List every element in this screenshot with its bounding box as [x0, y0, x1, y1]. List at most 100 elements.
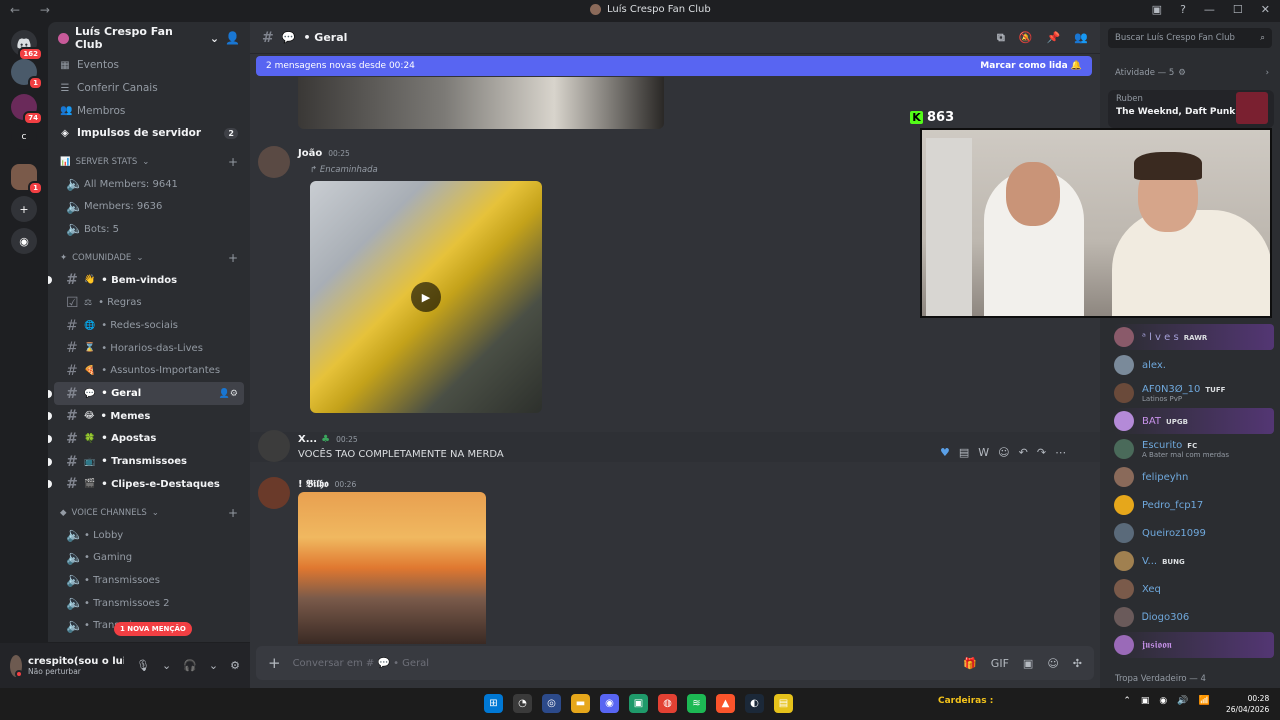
- avatar[interactable]: [258, 430, 290, 462]
- tray-app-icon[interactable]: ▣: [1141, 696, 1150, 706]
- message-author[interactable]: X... ♣ 00:25: [298, 434, 358, 445]
- new-messages-banner[interactable]: 2 mensagens novas desde 00:24 Marcar com…: [256, 56, 1092, 76]
- member-item[interactable]: Escurito FC A Bater mal com merdas: [1114, 436, 1274, 462]
- activity-card[interactable]: Ruben The Weeknd, Daft Punk: [1108, 90, 1274, 128]
- discord-home-icon[interactable]: 162: [11, 30, 43, 61]
- member-item[interactable]: BAT UPGB: [1114, 408, 1274, 434]
- minimize-button[interactable]: —: [1204, 3, 1215, 16]
- discord-icon[interactable]: ◉: [600, 694, 619, 713]
- menu-eventos[interactable]: ▦ Eventos: [48, 54, 250, 77]
- discover-icon[interactable]: ◉: [11, 228, 37, 254]
- voice-stat-channel[interactable]: 🔈 Bots: 5: [54, 218, 244, 241]
- member-item[interactable]: Xeq: [1114, 576, 1274, 602]
- channel-bem-vindos[interactable]: # 👋 • Bem-vindos: [48, 269, 244, 292]
- channel-apostas[interactable]: # 🍀 • Apostas: [48, 428, 244, 451]
- app-icon[interactable]: ▤: [774, 694, 793, 713]
- new-mention-pill[interactable]: 1 NOVA MENÇÃO: [114, 622, 192, 636]
- add-server-icon[interactable]: +: [11, 196, 37, 222]
- tray-app-icon[interactable]: ◉: [1159, 696, 1167, 706]
- settings-gear-icon[interactable]: ⚙: [230, 659, 240, 672]
- member-item[interactable]: alex.: [1114, 352, 1274, 378]
- channel-geral[interactable]: # 💬 • Geral 👤⚙: [48, 382, 244, 405]
- add-reaction-icon[interactable]: ☺: [998, 446, 1009, 459]
- server-icon[interactable]: c: [11, 124, 37, 150]
- pin-icon[interactable]: 📌: [1047, 31, 1061, 45]
- composer-placeholder[interactable]: Conversar em # 💬 • Geral: [293, 658, 430, 669]
- brave-icon[interactable]: ▲: [716, 694, 735, 713]
- activity-header[interactable]: Atividade — 5 ⚙ ›: [1115, 68, 1269, 78]
- add-channel-icon[interactable]: +: [228, 251, 238, 265]
- previous-image-attachment[interactable]: [298, 77, 664, 129]
- server-icon[interactable]: 74: [11, 94, 43, 125]
- play-icon[interactable]: ▶: [411, 282, 441, 312]
- add-attachment-icon[interactable]: +: [268, 654, 281, 672]
- voice-channel-lobby[interactable]: 🔈 • Lobby: [54, 524, 244, 547]
- channel-transmissoes[interactable]: # 📺 • Transmissoes: [48, 450, 244, 473]
- voice-channel-transmissoes[interactable]: 🔈 • Transmissoes: [54, 569, 244, 592]
- menu-membros[interactable]: 👥 Membros: [48, 99, 250, 122]
- video-attachment[interactable]: ▶: [310, 181, 542, 413]
- active-server-icon[interactable]: 1: [11, 164, 43, 195]
- add-channel-icon[interactable]: +: [228, 506, 238, 520]
- tray-chevron-icon[interactable]: ⌃: [1123, 696, 1131, 706]
- server-header[interactable]: Luís Crespo Fan Club ⌄ 👤: [48, 22, 250, 54]
- channel-assuntos[interactable]: # 🍕 • Assuntos-Importantes: [54, 360, 244, 383]
- voice-channel-transmissoes-2[interactable]: 🔈 • Transmissoes 2: [54, 592, 244, 615]
- steam-icon[interactable]: ◐: [745, 694, 764, 713]
- inbox-icon[interactable]: ▣: [1152, 3, 1162, 16]
- channel-settings-icon[interactable]: 👤⚙: [219, 389, 238, 399]
- message-author[interactable]: João 00:25: [298, 148, 350, 159]
- member-item[interactable]: Ꭰiogo306: [1114, 604, 1274, 630]
- channel-memes[interactable]: # 😂 • Memes: [48, 405, 244, 428]
- reply-icon[interactable]: ↶: [1019, 446, 1028, 459]
- gif-icon[interactable]: GIF: [991, 657, 1009, 670]
- headphones-icon[interactable]: 🎧: [183, 659, 197, 672]
- close-button[interactable]: ✕: [1261, 3, 1270, 16]
- chevron-down-icon[interactable]: ⌄: [209, 659, 218, 672]
- avatar[interactable]: [10, 654, 24, 678]
- member-item[interactable]: Pedro_fcp17: [1114, 492, 1274, 518]
- message-composer[interactable]: + Conversar em # 💬 • Geral 🎁 GIF ▣ ☺ ✣: [256, 646, 1094, 680]
- help-icon[interactable]: ?: [1180, 3, 1186, 16]
- voice-stat-channel[interactable]: 🔈 All Members: 9641: [54, 173, 244, 196]
- category-server-stats[interactable]: 📊 SERVER STATS ⌄ +: [48, 151, 250, 173]
- w-reaction-icon[interactable]: W: [978, 446, 989, 459]
- menu-impulsos[interactable]: ◈ Impulsos de servidor 2: [48, 122, 250, 145]
- avatar[interactable]: [258, 146, 290, 178]
- category-voice[interactable]: ◆ VOICE CHANNELS ⌄ +: [48, 502, 250, 524]
- app-icon[interactable]: ▣: [629, 694, 648, 713]
- forward-icon[interactable]: ↷: [1037, 446, 1046, 459]
- invite-icon[interactable]: 👤: [225, 31, 240, 45]
- volume-icon[interactable]: 🔊: [1177, 696, 1188, 706]
- member-list-icon[interactable]: 👥: [1074, 31, 1088, 45]
- menu-conferir-canais[interactable]: ☰ Conferir Canais: [48, 77, 250, 100]
- message-author[interactable]: ! 𝕭𝖎𝖑𝖍𝖔 00:26: [298, 479, 356, 490]
- sticker-icon[interactable]: ▣: [1023, 657, 1033, 670]
- notification-mute-icon[interactable]: 🔕: [1019, 31, 1033, 45]
- search-input[interactable]: Buscar Luís Crespo Fan Club ⌕: [1108, 28, 1272, 48]
- spotify-icon[interactable]: ≋: [687, 694, 706, 713]
- heart-reaction-icon[interactable]: ♥: [940, 446, 950, 459]
- member-item[interactable]: Queiroz1099: [1114, 520, 1274, 546]
- weather-widget[interactable]: Cardeiras :: [938, 696, 993, 706]
- member-item[interactable]: felipeyhn: [1114, 464, 1274, 490]
- avatar[interactable]: [258, 477, 290, 509]
- channel-redes-sociais[interactable]: # 🌐 • Redes-sociais: [54, 314, 244, 337]
- emoji-icon[interactable]: ☺: [1047, 657, 1058, 670]
- channel-horarios[interactable]: # ⌛ • Horarios-das-Lives: [54, 337, 244, 360]
- user-info[interactable]: crespito(sou o luis... Não perturbar: [28, 656, 124, 676]
- mark-read-button[interactable]: Marcar como lida 🔔: [980, 61, 1082, 71]
- maximize-button[interactable]: ☐: [1233, 3, 1243, 16]
- voice-stat-channel[interactable]: 🔈 Members: 9636: [54, 195, 244, 218]
- file-explorer-icon[interactable]: ▬: [571, 694, 590, 713]
- channel-regras[interactable]: ☑ ⚖ • Regras: [54, 292, 244, 315]
- member-item[interactable]: ᵃ l v e s RAWR: [1114, 324, 1274, 350]
- add-channel-icon[interactable]: +: [228, 155, 238, 169]
- apps-icon[interactable]: ✣: [1073, 657, 1082, 670]
- server-icon[interactable]: 1: [11, 59, 43, 90]
- member-item[interactable]: AF0N3Ø_10 TUFF Latinos PvP: [1114, 380, 1274, 406]
- network-icon[interactable]: 📶: [1199, 696, 1210, 706]
- voice-channel-gaming[interactable]: 🔈 • Gaming: [54, 546, 244, 569]
- nav-arrows[interactable]: ← →: [10, 3, 58, 17]
- chrome-icon[interactable]: ◍: [658, 694, 677, 713]
